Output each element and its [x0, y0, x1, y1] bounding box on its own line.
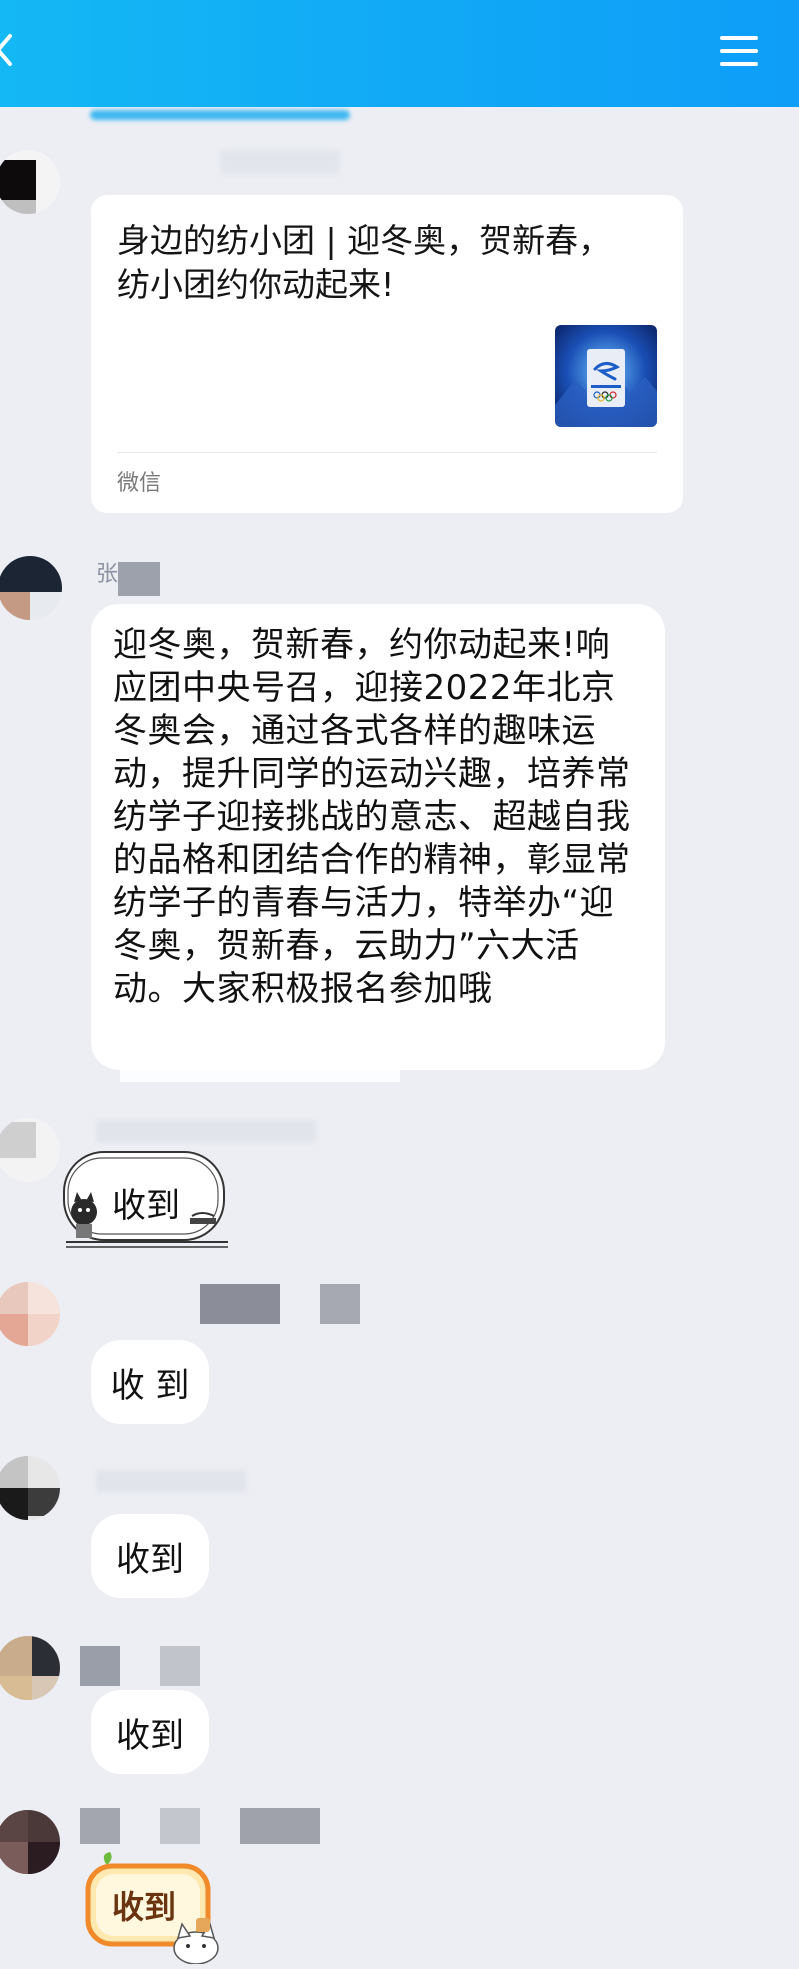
redacted-name-block [160, 1646, 200, 1686]
sender-name [220, 150, 340, 174]
new-message-indicator [90, 110, 350, 120]
shared-link-card[interactable]: 身边的纺小团 | 迎冬奥，贺新春，纺小团约你动起来! 微信 [91, 195, 683, 513]
text-message-bubble[interactable]: 收 到 [91, 1340, 209, 1424]
card-divider [117, 452, 657, 453]
sender-name [96, 1820, 316, 1842]
sticker-text: 收到 [112, 1186, 180, 1226]
avatar[interactable] [0, 1118, 60, 1182]
hamburger-menu-icon[interactable] [720, 34, 760, 68]
avatar[interactable] [0, 1282, 60, 1346]
text-message-bubble[interactable]: 迎冬奥，贺新春，约你动起来!响应团中央号召，迎接2022年北京冬奥会，通过各式各… [91, 604, 665, 1070]
link-card-title: 身边的纺小团 | 迎冬奥，贺新春，纺小团约你动起来! [117, 221, 612, 304]
chevron-left-icon[interactable] [0, 30, 16, 70]
top-app-bar [0, 0, 799, 107]
redacted-name-block [200, 1284, 280, 1324]
text-message-bubble[interactable]: 收到 [91, 1690, 209, 1774]
avatar[interactable] [0, 1456, 60, 1520]
redacted-name-block [320, 1284, 360, 1324]
ink-cat-frame-sticker[interactable]: 收到 [62, 1146, 232, 1250]
avatar[interactable] [0, 150, 60, 214]
sender-name [96, 1470, 246, 1492]
message-text: 收 到 [110, 1365, 190, 1406]
sender-name [96, 1120, 316, 1142]
avatar[interactable] [0, 1636, 60, 1700]
link-card-source: 微信 [117, 471, 162, 496]
avatar[interactable] [0, 556, 62, 620]
avatar[interactable] [0, 1810, 60, 1874]
message-text: 迎冬奥，贺新春，约你动起来!响应团中央号召，迎接2022年北京冬奥会，通过各式各… [113, 625, 631, 1009]
quote-shadow [120, 1066, 400, 1082]
sender-name: 张 [96, 562, 119, 587]
beijing-2022-olympic-emblem-icon [555, 325, 657, 427]
chat-title [300, 62, 480, 88]
message-text: 收到 [116, 1715, 184, 1756]
sticker-text: 收到 [112, 1888, 177, 1926]
message-text: 收到 [116, 1539, 184, 1580]
text-message-bubble[interactable]: 收到 [91, 1514, 209, 1598]
redacted-name-block [80, 1646, 120, 1686]
redacted-name-block [118, 562, 160, 596]
orange-frame-cat-sticker[interactable]: 收到 [84, 1852, 234, 1965]
